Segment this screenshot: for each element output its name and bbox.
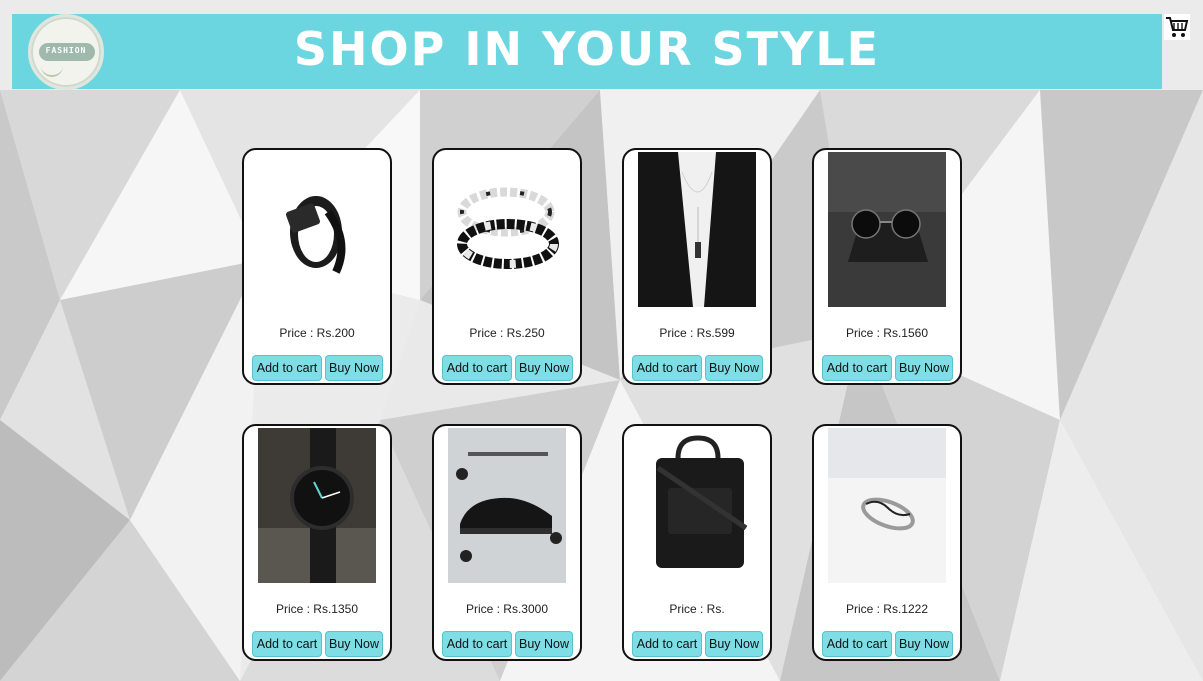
add-to-cart-button[interactable]: Add to cart <box>252 355 322 381</box>
product-card-bracelets: Price : Rs.250 Add to cart Buy Now <box>432 148 582 385</box>
wrist-watch-image[interactable] <box>258 428 376 583</box>
sunglasses-image[interactable] <box>828 152 946 307</box>
sneaker-image[interactable] <box>448 428 566 583</box>
page-title: SHOP IN YOUR STYLE <box>293 22 881 76</box>
buy-now-button[interactable]: Buy Now <box>705 355 763 381</box>
add-to-cart-button[interactable]: Add to cart <box>822 631 892 657</box>
buy-now-button[interactable]: Buy Now <box>895 355 953 381</box>
add-to-cart-button[interactable]: Add to cart <box>442 355 512 381</box>
product-card-ring: Price : Rs.1222 Add to cart Buy Now <box>812 424 962 661</box>
add-to-cart-button[interactable]: Add to cart <box>252 631 322 657</box>
product-card-sunglasses: Price : Rs.1560 Add to cart Buy Now <box>812 148 962 385</box>
product-price: Price : Rs.200 <box>279 326 355 340</box>
add-to-cart-button[interactable]: Add to cart <box>442 631 512 657</box>
shopping-cart-icon[interactable] <box>1164 14 1190 40</box>
belt-image[interactable] <box>258 152 376 307</box>
add-to-cart-button[interactable]: Add to cart <box>822 355 892 381</box>
product-price: Price : Rs.1560 <box>845 326 929 340</box>
product-card-sneaker: Price : Rs.3000 Add to cart Buy Now <box>432 424 582 661</box>
buy-now-button[interactable]: Buy Now <box>515 355 573 381</box>
product-card-necklace: Price : Rs.599 Add to cart Buy Now <box>622 148 772 385</box>
product-price: Price : Rs.1222 <box>845 602 929 616</box>
product-price: Price : Rs. <box>669 602 725 616</box>
leaf-icon <box>41 63 63 77</box>
product-price: Price : Rs.3000 <box>465 602 549 616</box>
buy-now-button[interactable]: Buy Now <box>895 631 953 657</box>
bead-bracelets-image[interactable] <box>448 152 566 307</box>
buy-now-button[interactable]: Buy Now <box>325 355 383 381</box>
logo-text: FASHION <box>45 46 87 55</box>
buy-now-button[interactable]: Buy Now <box>705 631 763 657</box>
add-to-cart-button[interactable]: Add to cart <box>632 631 702 657</box>
pendant-necklace-image[interactable] <box>638 152 756 307</box>
product-card-bag: Price : Rs. Add to cart Buy Now <box>622 424 772 661</box>
buy-now-button[interactable]: Buy Now <box>325 631 383 657</box>
product-price: Price : Rs.1350 <box>275 602 359 616</box>
product-price: Price : Rs.599 <box>659 326 735 340</box>
product-card-belt: Price : Rs.200 Add to cart Buy Now <box>242 148 392 385</box>
product-card-watch: Price : Rs.1350 Add to cart Buy Now <box>242 424 392 661</box>
product-price: Price : Rs.250 <box>469 326 545 340</box>
fashion-logo[interactable]: FASHION <box>28 14 104 90</box>
silver-ring-image[interactable] <box>828 428 946 583</box>
add-to-cart-button[interactable]: Add to cart <box>632 355 702 381</box>
laptop-bag-image[interactable] <box>638 428 756 583</box>
header-banner: SHOP IN YOUR STYLE <box>12 14 1162 89</box>
buy-now-button[interactable]: Buy Now <box>515 631 573 657</box>
polygon-background <box>0 0 1203 681</box>
